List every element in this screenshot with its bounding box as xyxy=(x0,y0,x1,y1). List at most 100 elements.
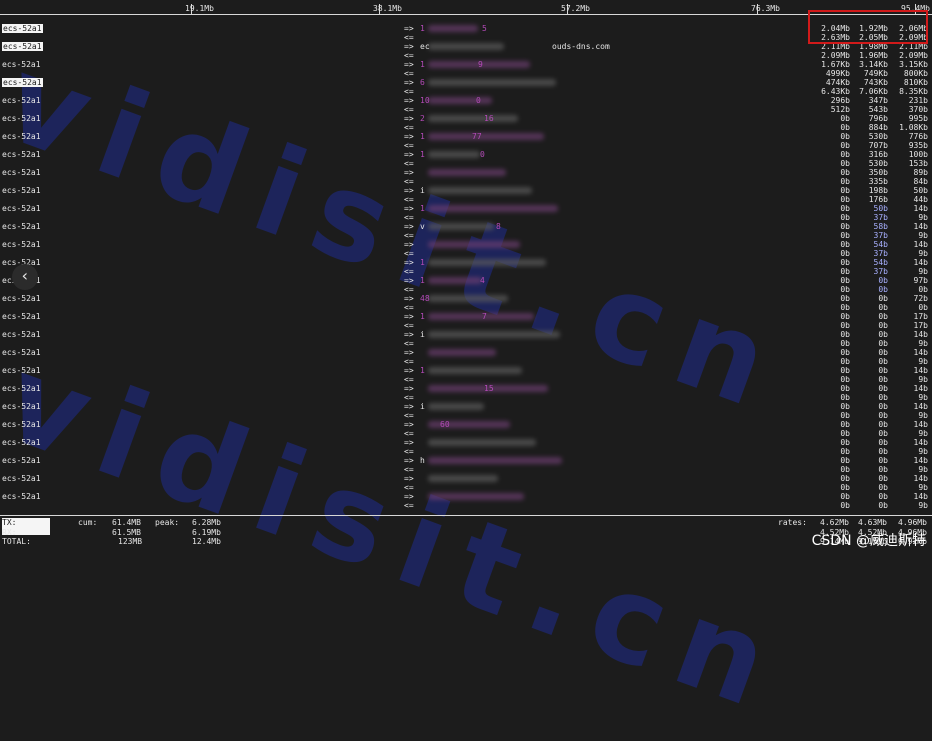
total-label: TOTAL: xyxy=(2,537,31,546)
rate-40s: 2.09Mb xyxy=(899,51,928,60)
host-name: ecs-52a1 xyxy=(2,366,41,375)
rate-10s: 0b xyxy=(878,384,888,393)
back-arrow-icon[interactable]: ‹ xyxy=(12,264,38,290)
address-fragment: i xyxy=(420,330,425,339)
host-name: ecs-52a1 xyxy=(2,438,41,447)
address-fragment: ouds-dns.com xyxy=(552,42,610,51)
totals-divider xyxy=(0,515,932,516)
rate-40s: 370b xyxy=(908,105,928,114)
outbound-arrow: => xyxy=(404,240,414,249)
rate-10s: 0b xyxy=(878,366,888,375)
redacted-address xyxy=(428,493,524,500)
outbound-arrow: => xyxy=(404,168,414,177)
rate-10s: 530b xyxy=(868,159,888,168)
address-fragment: 15 xyxy=(484,384,494,393)
rate-40s: 9b xyxy=(918,357,928,366)
rate-40s: 14b xyxy=(913,240,928,249)
rate-40s: 9b xyxy=(918,213,928,222)
host-name: ecs-52a1 xyxy=(2,132,41,141)
address-fragment: 10 xyxy=(420,96,430,105)
outbound-arrow: => xyxy=(404,150,414,159)
rate-40s: 1.08Kb xyxy=(899,123,928,132)
host-name: ecs-52a1 xyxy=(2,60,41,69)
inbound-arrow: <= xyxy=(404,69,414,78)
rate-40s: 153b xyxy=(908,159,928,168)
rate-40s: 9b xyxy=(918,393,928,402)
rate-10s: 0b xyxy=(878,285,888,294)
rate-10s: 543b xyxy=(868,105,888,114)
rate-10s: 0b xyxy=(878,339,888,348)
scale-tick-label: 57.2Mb xyxy=(561,4,590,13)
bandwidth-scale: 19.1Mb 38.1Mb 57.2Mb 76.3Mb 95.4Mb xyxy=(0,0,932,18)
rate-10s: 0b xyxy=(878,474,888,483)
inbound-arrow: <= xyxy=(404,231,414,240)
address-fragment: 9 xyxy=(478,60,483,69)
rate-10s: 176b xyxy=(868,195,888,204)
outbound-arrow: => xyxy=(404,132,414,141)
rate-40s: 14b xyxy=(913,474,928,483)
outbound-arrow: => xyxy=(404,294,414,303)
rate-10s: 1.96Mb xyxy=(859,51,888,60)
inbound-arrow: <= xyxy=(404,321,414,330)
rate-40s: 100b xyxy=(908,150,928,159)
peak-label: peak: xyxy=(155,518,180,527)
rate-40s: 14b xyxy=(913,420,928,429)
peak-tx: 6.28Mb xyxy=(192,518,221,527)
host-name: ecs-52a1 xyxy=(2,384,41,393)
rate-40s: 44b xyxy=(913,195,928,204)
rate-10s: 0b xyxy=(878,483,888,492)
redacted-address xyxy=(428,97,492,104)
rate-10s: 37b xyxy=(873,249,888,258)
address-fragment: 0 xyxy=(476,96,481,105)
outbound-arrow: => xyxy=(404,222,414,231)
address-fragment: 5 xyxy=(482,24,487,33)
rate-40s: 50b xyxy=(913,186,928,195)
rate-10s: 37b xyxy=(873,267,888,276)
host-name: ecs-52a1 xyxy=(2,240,41,249)
rate-40s: 17b xyxy=(913,321,928,330)
rate-40s: 14b xyxy=(913,366,928,375)
rate-40s: 14b xyxy=(913,456,928,465)
outbound-arrow: => xyxy=(404,492,414,501)
rate-10s: 0b xyxy=(878,465,888,474)
redacted-address xyxy=(428,223,494,230)
inbound-arrow: <= xyxy=(404,429,414,438)
host-name: ecs-52a1 xyxy=(2,186,41,195)
rate-40s: 14b xyxy=(913,492,928,501)
rate-40s: 14b xyxy=(913,402,928,411)
rate-10s: 0b xyxy=(878,402,888,411)
inbound-arrow: <= xyxy=(404,195,414,204)
redacted-address xyxy=(428,313,534,320)
redacted-address xyxy=(428,169,506,176)
rate-40s: 72b xyxy=(913,294,928,303)
host-name: ecs-52a1 xyxy=(2,348,41,357)
csdn-credit: CSDN @威迪斯特 xyxy=(811,533,926,549)
host-name: ecs-52a1 xyxy=(2,456,41,465)
host-name: ecs-52a1 xyxy=(2,114,41,123)
rate-10s: 0b xyxy=(878,276,888,285)
rate-40s: 17b xyxy=(913,312,928,321)
inbound-arrow: <= xyxy=(404,177,414,186)
address-fragment: 77 xyxy=(472,132,482,141)
host-name: ecs-52a1 xyxy=(2,330,41,339)
redacted-address xyxy=(428,115,518,122)
host-name: ecs-52a1 xyxy=(2,222,41,231)
inbound-arrow: <= xyxy=(404,357,414,366)
rate-10s: 0b xyxy=(878,456,888,465)
address-fragment: 1 xyxy=(420,24,425,33)
host-name: ecs-52a1 xyxy=(2,168,41,177)
redacted-address xyxy=(428,475,498,482)
redacted-address xyxy=(428,151,480,158)
rates-tx-2s: 4.62Mb xyxy=(820,518,849,527)
redacted-address xyxy=(428,457,562,464)
inbound-arrow: <= xyxy=(404,213,414,222)
rate-10s: 0b xyxy=(878,312,888,321)
rate-10s: 0b xyxy=(878,492,888,501)
rate-10s: 0b xyxy=(878,303,888,312)
address-fragment: ec xyxy=(420,42,430,51)
outbound-arrow: => xyxy=(404,96,414,105)
outbound-arrow: => xyxy=(404,60,414,69)
rate-10s: 7.06Kb xyxy=(859,87,888,96)
host-name: ecs-52a1 xyxy=(2,402,41,411)
inbound-arrow: <= xyxy=(404,159,414,168)
